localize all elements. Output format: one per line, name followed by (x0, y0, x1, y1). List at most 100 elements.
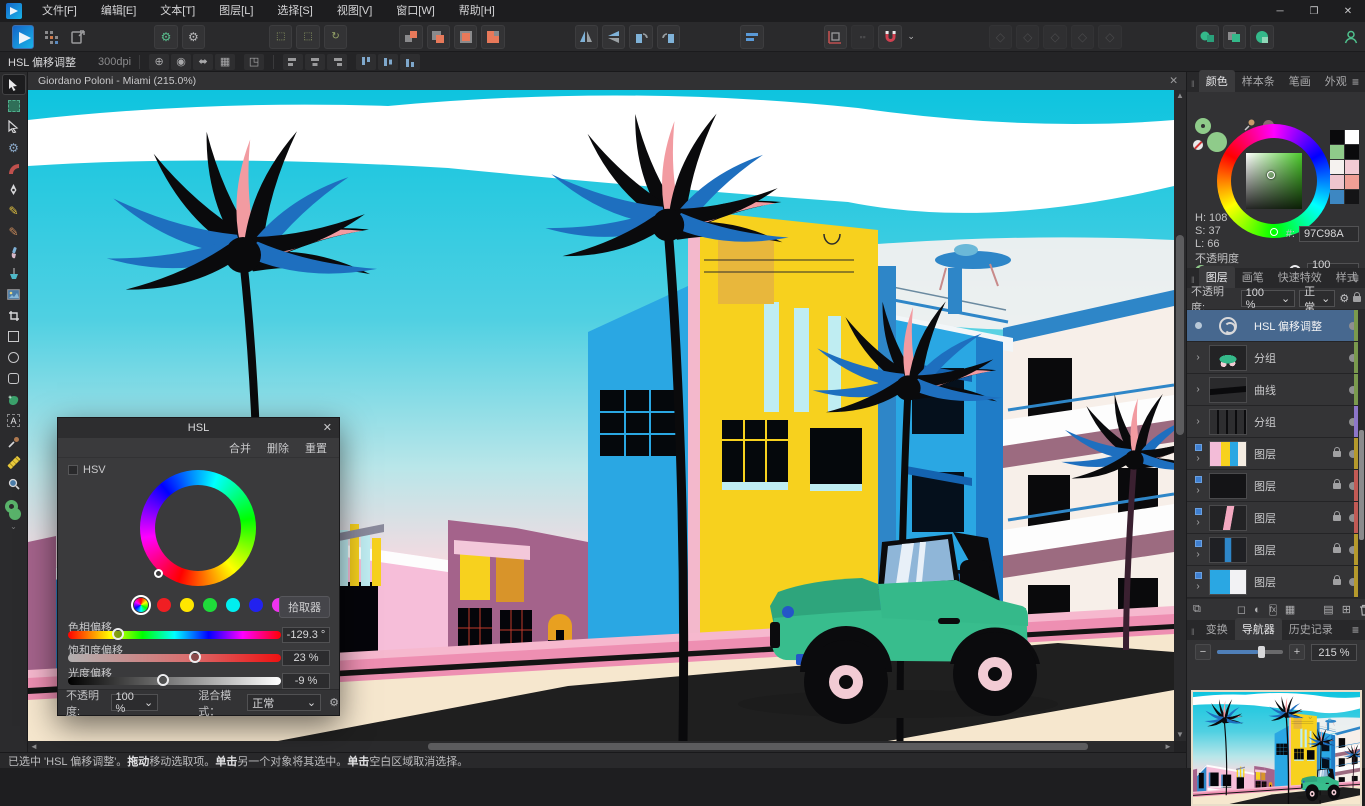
blue-channel-swatch[interactable] (249, 598, 263, 612)
layer-name[interactable]: 曲线 (1254, 382, 1349, 398)
hsl-dialog-close-icon[interactable]: ✕ (323, 421, 332, 434)
swatch[interactable] (1330, 145, 1344, 159)
fill-well[interactable] (1207, 132, 1227, 152)
swatch[interactable] (1345, 190, 1359, 204)
layer-thumbnail[interactable] (1209, 473, 1247, 499)
style-picker-tool[interactable] (2, 452, 26, 473)
layer-thumbnail[interactable] (1209, 345, 1247, 371)
edit-all-layers-toggle[interactable]: ⚙ (154, 25, 177, 49)
close-button[interactable]: ✕ (1331, 0, 1365, 22)
rotate-ccw-button[interactable] (629, 25, 652, 49)
dialog-settings-gear-icon[interactable]: ⚙ (329, 696, 339, 709)
layer-select-chip[interactable] (1195, 476, 1202, 483)
layer-select-chip[interactable] (1195, 540, 1202, 547)
move-to-front-button[interactable] (824, 25, 847, 49)
vector-crop-tool[interactable] (2, 305, 26, 326)
boolean-subtract-button[interactable] (427, 25, 450, 49)
hex-input[interactable]: 97C98A (1299, 226, 1359, 242)
layers-scrollbar[interactable] (1358, 310, 1365, 598)
layer-lock-icon[interactable] (1333, 579, 1341, 585)
enable-transform-origin-button[interactable]: ◉ (171, 54, 191, 70)
hue-shift-handle[interactable] (112, 628, 124, 640)
hsl-adjustment-dialog[interactable]: HSL ✕ 合并 删除 重置 HSV 拾取器 色相偏移 -129.3 ° 饱和度… (57, 417, 340, 716)
insert-on-top-button[interactable] (1223, 25, 1246, 49)
layer-name[interactable]: 图层 (1254, 510, 1333, 526)
pattern-layer-icon[interactable]: ▦ (1285, 603, 1295, 617)
snapping-dropdown[interactable]: ⌄ (906, 25, 917, 49)
pixel-persona-button[interactable] (40, 25, 63, 49)
delete-layer-icon[interactable] (1359, 603, 1365, 617)
tab-quick-fx[interactable]: 快速特效 (1271, 266, 1329, 288)
menu-view[interactable]: 视图[V] (325, 0, 384, 22)
swatch[interactable] (1345, 130, 1359, 144)
swatch[interactable] (1330, 160, 1344, 174)
layer-thumbnail[interactable] (1209, 313, 1247, 339)
tab-history[interactable]: 历史记录 (1282, 618, 1340, 640)
edit-all-layers-icon[interactable]: ⧉ (1193, 603, 1201, 617)
layer-row-road[interactable]: › 图层 (1187, 502, 1365, 534)
add-pixel-layer-icon[interactable]: ⊞ (1342, 603, 1351, 617)
layer-row-group-jeep[interactable]: › 分组 (1187, 342, 1365, 374)
tab-swatches[interactable]: 样本条 (1235, 70, 1282, 92)
layer-row-buildings[interactable]: › 图层 (1187, 438, 1365, 470)
panel-menu-icon[interactable]: ≡ (1352, 623, 1359, 637)
export-persona-button[interactable] (67, 25, 90, 49)
insert-inside-button[interactable] (1250, 25, 1273, 49)
layer-effects-icon[interactable]: fx (1269, 604, 1277, 616)
navigator-thumbnail[interactable] (1191, 690, 1362, 806)
zoom-value[interactable]: 215 % (1311, 644, 1357, 661)
luminosity-shift-value[interactable]: -9 % (282, 673, 330, 689)
scroll-down-icon[interactable]: ▼ (1174, 729, 1186, 741)
rotate-selection-button[interactable]: ↻ (324, 25, 347, 49)
layers-blend-dropdown[interactable]: 正常⌄ (1299, 290, 1335, 307)
luminosity-shift-slider[interactable] (68, 677, 281, 685)
swatch[interactable] (1330, 175, 1344, 189)
canvas-horizontal-scrollbar[interactable]: ◄ ► (28, 741, 1174, 752)
align-middle-button[interactable] (378, 54, 398, 70)
menu-select[interactable]: 选择[S] (265, 0, 324, 22)
menu-edit[interactable]: 编辑[E] (89, 0, 148, 22)
master-channel-swatch[interactable] (134, 598, 148, 612)
dialog-opacity-dropdown[interactable]: 100 %⌄ (111, 694, 159, 711)
swatch[interactable] (1345, 145, 1359, 159)
cyan-channel-swatch[interactable] (226, 598, 240, 612)
scroll-left-icon[interactable]: ◄ (28, 741, 40, 752)
layers-opacity-dropdown[interactable]: 100 %⌄ (1241, 290, 1296, 307)
rectangle-tool[interactable] (2, 326, 26, 347)
tab-navigator[interactable]: 导航器 (1235, 618, 1282, 640)
layer-name[interactable]: 图层 (1254, 478, 1333, 494)
luminosity-shift-handle[interactable] (157, 674, 169, 686)
swatch[interactable] (1345, 175, 1359, 189)
document-close-icon[interactable]: ✕ (1169, 75, 1178, 87)
layer-lock-icon[interactable] (1333, 515, 1341, 521)
hsl-hue-wheel[interactable] (140, 470, 256, 586)
snapping-candidates-button[interactable]: ▪▪ (851, 25, 874, 49)
fill-tool[interactable] (2, 263, 26, 284)
boolean-intersect-button[interactable] (454, 25, 477, 49)
expand-chevron-icon[interactable]: › (1196, 581, 1199, 592)
hsl-dialog-titlebar[interactable]: HSL ✕ (58, 418, 339, 438)
shape-tool[interactable] (2, 389, 26, 410)
point-transform-tool[interactable]: ⚙ (2, 137, 26, 158)
layer-lock-icon[interactable] (1333, 451, 1341, 457)
designer-persona-button[interactable] (12, 25, 34, 49)
red-channel-swatch[interactable] (157, 598, 171, 612)
wells-swap-icon[interactable]: ⌄ (10, 522, 17, 531)
no-color-icon[interactable] (1193, 140, 1203, 150)
zoom-in-button[interactable]: + (1289, 644, 1305, 660)
panel-grip-icon[interactable]: ‖ (1187, 79, 1199, 92)
minimize-button[interactable]: ─ (1263, 0, 1297, 22)
marquee-intersect-button[interactable]: ⬚ (296, 25, 319, 49)
document-tab[interactable]: Giordano Poloni - Miami (215.0%) ✕ (28, 72, 1186, 90)
menu-file[interactable]: 文件[F] (30, 0, 89, 22)
layer-lock-icon[interactable] (1333, 483, 1341, 489)
layer-row-blue-building[interactable]: › 图层 (1187, 566, 1365, 598)
zoom-slider[interactable] (1217, 650, 1283, 654)
layer-select-chip[interactable] (1195, 508, 1202, 515)
expand-chevron-icon[interactable]: › (1196, 517, 1199, 528)
artboard-tool[interactable] (2, 95, 26, 116)
tab-stroke[interactable]: 笔画 (1282, 70, 1318, 92)
swatch[interactable] (1330, 190, 1344, 204)
node-tool[interactable] (2, 116, 26, 137)
align-bottom-button[interactable] (400, 54, 420, 70)
